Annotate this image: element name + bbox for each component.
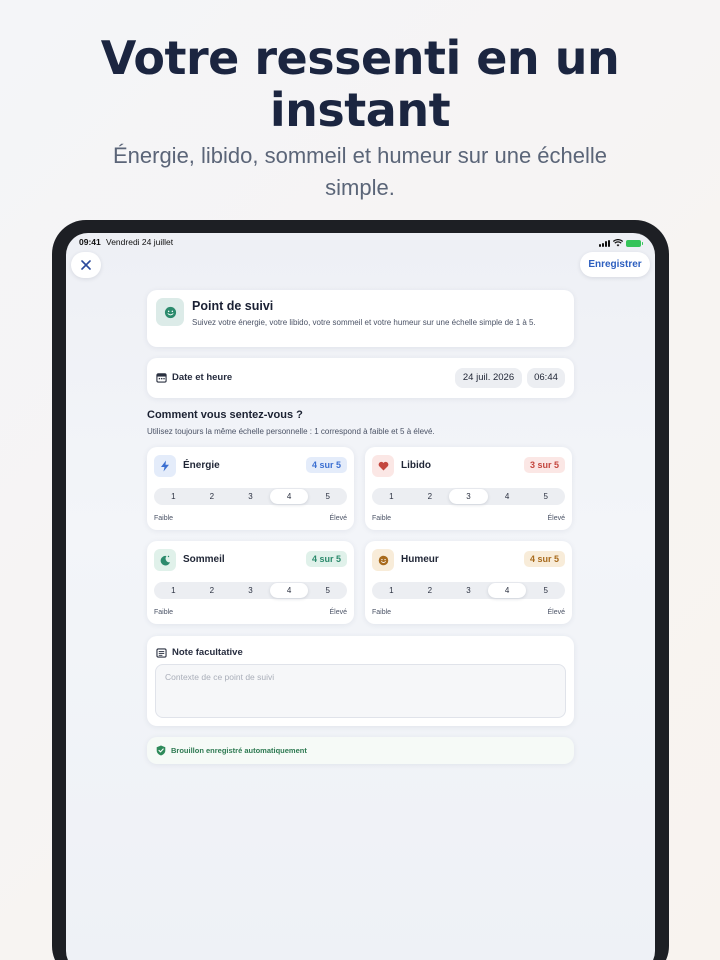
scale-low-label: Faible [154,609,174,616]
scale-option-1[interactable]: 1 [154,582,193,599]
rating-scale: 12345 [372,582,565,599]
note-input[interactable]: Contexte de ce point de suivi [155,664,566,718]
metric-badge: 4 sur 5 [523,551,565,567]
metric-icon-box [154,455,176,477]
metric-badge: 4 sur 5 [305,457,347,473]
smiley-icon [378,555,388,565]
rating-scale: 12345 [154,582,347,599]
calendar-icon [156,373,167,383]
smiley-icon [164,306,176,318]
question-subtitle: Utilisez toujours la même échelle person… [147,427,435,436]
rating-scale: 12345 [372,488,565,505]
metric-name: Énergie [183,460,220,471]
hero-subtitle-line2: simple. [325,175,395,200]
hero-title-line2: instant [269,83,451,137]
save-button[interactable]: Enregistrer [580,252,650,277]
scale-option-3[interactable]: 3 [449,582,488,599]
intro-card: Point de suivi Suivez votre énergie, vot… [147,290,574,347]
draft-status-banner: Brouillon enregistré automatiquement [147,737,574,764]
scale-option-5[interactable]: 5 [526,488,565,505]
draft-status-text: Brouillon enregistré automatiquement [171,746,307,755]
heart-icon [378,461,388,471]
question-title: Comment vous sentez-vous ? [147,409,303,421]
metric-name: Humeur [401,554,439,565]
scale-option-4[interactable]: 4 [269,583,309,598]
scale-option-2[interactable]: 2 [193,582,232,599]
scale-option-1[interactable]: 1 [372,582,411,599]
hero-title-line1: Votre ressenti en un [100,31,620,85]
lightning-icon [161,460,169,472]
metric-card-libido: Libido 3 sur 5 12345 Faible Élevé [365,447,572,530]
date-picker[interactable]: 24 juil. 2026 [455,368,522,388]
scale-high-label: Élevé [547,515,565,522]
scale-low-label: Faible [154,515,174,522]
scale-high-label: Élevé [547,609,565,616]
note-label: Note facultative [172,647,243,658]
wifi-icon [613,239,623,247]
scale-option-4[interactable]: 4 [487,583,527,598]
intro-description: Suivez votre énergie, votre libido, votr… [192,318,536,327]
metric-badge: 3 sur 5 [523,457,565,473]
date-time-card: Date et heure 24 juil. 2026 06:44 [147,358,574,398]
scale-option-5[interactable]: 5 [308,582,347,599]
hero-subtitle: Énergie, libido, sommeil et humeur sur u… [60,140,660,204]
scale-option-1[interactable]: 1 [372,488,411,505]
rating-scale: 12345 [154,488,347,505]
scale-option-1[interactable]: 1 [154,488,193,505]
status-date: Vendredi 24 juillet [106,237,174,247]
metric-icon-box [154,549,176,571]
scale-low-label: Faible [372,515,392,522]
battery-icon [626,239,643,247]
scale-option-2[interactable]: 2 [411,582,450,599]
time-picker[interactable]: 06:44 [527,368,565,388]
close-button[interactable] [71,252,101,278]
scale-option-2[interactable]: 2 [193,488,232,505]
scale-option-3[interactable]: 3 [231,582,270,599]
metric-card-sommeil: Sommeil 4 sur 5 12345 Faible Élevé [147,541,354,624]
moon-icon [160,555,170,566]
scale-option-4[interactable]: 4 [488,488,527,505]
metric-name: Libido [401,460,431,471]
status-time: 09:41 [79,237,101,247]
metric-card-energie: Énergie 4 sur 5 12345 Faible Élevé [147,447,354,530]
scale-option-5[interactable]: 5 [308,488,347,505]
scale-option-4[interactable]: 4 [269,489,309,504]
date-time-label: Date et heure [172,372,233,383]
scale-high-label: Élevé [329,609,347,616]
metric-card-humeur: Humeur 4 sur 5 12345 Faible Élevé [365,541,572,624]
scale-high-label: Élevé [329,515,347,522]
metric-icon-box [372,549,394,571]
signal-icon [599,239,610,247]
scale-option-3[interactable]: 3 [231,488,270,505]
hero-subtitle-line1: Énergie, libido, sommeil et humeur sur u… [112,143,608,168]
intro-title: Point de suivi [192,299,274,313]
scale-option-2[interactable]: 2 [411,488,450,505]
scale-option-5[interactable]: 5 [526,582,565,599]
status-icons [599,239,643,247]
note-icon [156,648,167,658]
metric-name: Sommeil [183,554,225,565]
metric-icon-box [372,455,394,477]
hero-title: Votre ressenti en un instant [0,32,720,136]
note-card: Note facultative Contexte de ce point de… [147,636,574,726]
tablet-screen: 09:41 Vendredi 24 juillet Enregistrer Po… [66,233,655,960]
scale-low-label: Faible [372,609,392,616]
status-bar: 09:41 Vendredi 24 juillet [79,237,643,251]
metric-badge: 4 sur 5 [305,551,347,567]
scale-option-3[interactable]: 3 [449,489,488,504]
intro-icon-box [156,298,184,326]
check-shield-icon [156,745,166,756]
close-icon [81,260,91,270]
